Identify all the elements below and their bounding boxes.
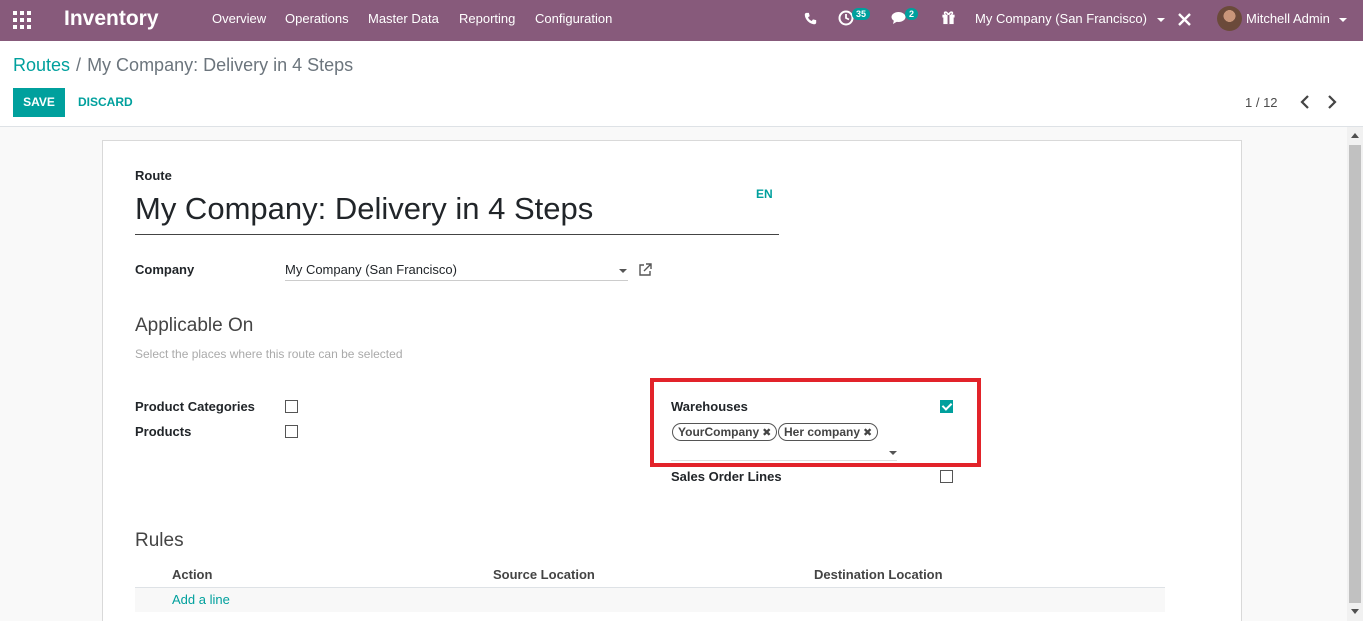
company-label: Company	[135, 262, 195, 277]
discard-button[interactable]: DISCARD	[78, 88, 133, 117]
avatar[interactable]	[1217, 6, 1242, 31]
column-source-location[interactable]: Source Location	[493, 567, 595, 582]
route-label: Route	[135, 168, 172, 183]
user-menu[interactable]: Mitchell Admin	[1246, 0, 1348, 41]
top-navbar: Inventory Overview Operations Master Dat…	[0, 0, 1363, 41]
company-switcher-label: My Company (San Francisco)	[975, 11, 1147, 26]
applicable-on-title: Applicable On	[135, 315, 254, 336]
warehouse-tag: Her company ✖	[778, 423, 879, 441]
external-link-icon[interactable]	[638, 263, 652, 277]
app-title[interactable]: Inventory	[64, 6, 159, 32]
company-switcher[interactable]: My Company (San Francisco)	[975, 0, 1165, 41]
warehouses-label: Warehouses	[671, 399, 748, 414]
table-row: Add a line	[135, 588, 1165, 612]
chevron-right-icon[interactable]	[1324, 93, 1340, 111]
menu-master-data[interactable]: Master Data	[368, 0, 439, 41]
breadcrumb-routes-link[interactable]: Routes	[13, 55, 70, 75]
rules-table-header: Action Source Location Destination Locat…	[135, 563, 1165, 588]
apps-grid-icon[interactable]	[13, 11, 31, 29]
company-select[interactable]: My Company (San Francisco)	[285, 261, 628, 281]
company-select-value: My Company (San Francisco)	[285, 262, 457, 277]
save-button[interactable]: SAVE	[13, 88, 65, 117]
form-sheet: Route My Company: Delivery in 4 Steps EN…	[102, 140, 1242, 621]
menu-configuration[interactable]: Configuration	[535, 0, 612, 41]
translate-button[interactable]: EN	[756, 187, 773, 201]
products-label: Products	[135, 424, 192, 439]
menu-overview[interactable]: Overview	[212, 0, 266, 41]
page-scrollbar[interactable]	[1347, 127, 1363, 621]
message-count-badge: 2	[905, 8, 919, 20]
control-panel: Routes / My Company: Delivery in 4 Steps S…	[0, 41, 1363, 127]
menu-reporting[interactable]: Reporting	[459, 0, 515, 41]
warehouse-tag: YourCompany ✖	[672, 423, 778, 441]
product-categories-checkbox[interactable]	[285, 400, 298, 413]
activity-count-badge: 35	[852, 8, 871, 20]
scroll-down-icon[interactable]	[1351, 609, 1359, 614]
chevron-down-icon	[1156, 17, 1165, 22]
warehouse-tag-label: YourCompany	[678, 425, 760, 439]
applicable-on-help: Select the places where this route can b…	[135, 347, 403, 361]
breadcrumb-separator: /	[76, 55, 82, 75]
remove-tag-icon[interactable]: ✖	[762, 427, 771, 439]
chevron-down-icon	[619, 269, 627, 273]
scroll-up-icon[interactable]	[1351, 133, 1359, 138]
product-categories-label: Product Categories	[135, 399, 255, 414]
rules-title: Rules	[135, 530, 184, 551]
chevron-left-icon[interactable]	[1297, 93, 1313, 111]
gift-icon[interactable]	[941, 10, 956, 25]
user-name: Mitchell Admin	[1246, 11, 1330, 26]
warehouses-checkbox[interactable]	[940, 400, 953, 413]
pager-value[interactable]: 1 / 12	[1245, 95, 1278, 111]
close-icon[interactable]	[1178, 13, 1191, 26]
warehouses-input[interactable]	[671, 445, 897, 461]
breadcrumb: Routes / My Company: Delivery in 4 Steps	[13, 54, 353, 76]
warehouse-tag-label: Her company	[784, 425, 861, 439]
products-checkbox[interactable]	[285, 425, 298, 438]
column-action[interactable]: Action	[172, 567, 212, 582]
breadcrumb-current: My Company: Delivery in 4 Steps	[87, 55, 354, 75]
scrollbar-thumb[interactable]	[1349, 145, 1361, 603]
sales-order-lines-checkbox[interactable]	[940, 470, 953, 483]
chevron-down-icon	[889, 451, 897, 455]
phone-icon[interactable]	[804, 12, 817, 25]
menu-operations[interactable]: Operations	[285, 0, 349, 41]
add-line-link[interactable]: Add a line	[172, 592, 230, 607]
sales-order-lines-label: Sales Order Lines	[671, 469, 782, 484]
chevron-down-icon	[1339, 17, 1348, 22]
remove-tag-icon[interactable]: ✖	[863, 427, 872, 439]
column-destination-location[interactable]: Destination Location	[814, 567, 943, 582]
route-name-input[interactable]: My Company: Delivery in 4 Steps	[135, 191, 779, 235]
